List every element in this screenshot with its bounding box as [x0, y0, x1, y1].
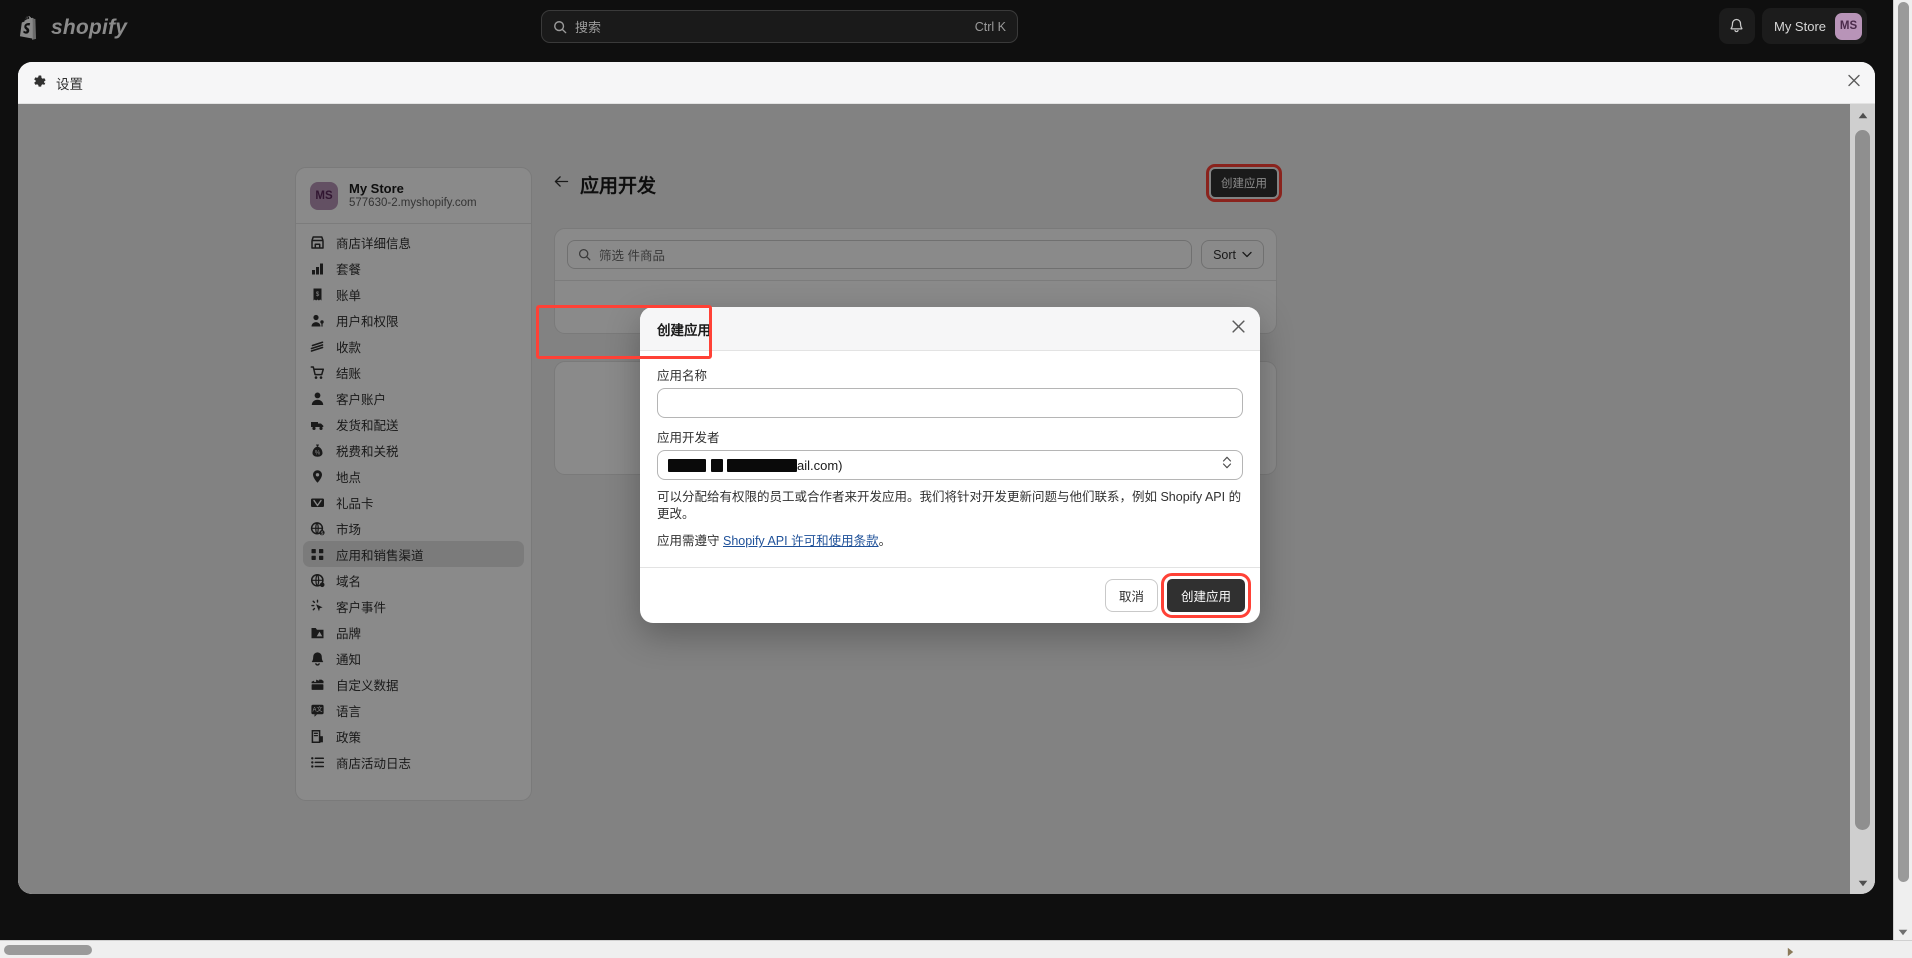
top-bar-right: My Store MS [1718, 8, 1867, 44]
scroll-down-button[interactable] [1850, 872, 1875, 894]
search-icon [554, 20, 567, 33]
app-developer-label: 应用开发者 [657, 431, 720, 445]
settings-scrollbar[interactable] [1850, 104, 1875, 894]
shopify-api-terms-link[interactable]: Shopify API 许可和使用条款 [723, 534, 879, 548]
developer-help-text: 可以分配给有权限的员工或合作者来开发应用。我们将针对开发更新问题与他们联系，例如… [657, 490, 1242, 521]
shopify-bag-icon [20, 16, 37, 40]
app-developer-select[interactable]: ail.com) [657, 450, 1243, 480]
settings-title: 设置 [56, 76, 83, 92]
global-search-input[interactable]: 搜索 Ctrl K [541, 10, 1018, 43]
select-chevrons-icon [1222, 455, 1232, 475]
app-name-label: 应用名称 [657, 369, 708, 383]
app-name-input[interactable] [657, 388, 1243, 418]
scroll-right-button[interactable] [1787, 944, 1794, 958]
close-icon[interactable] [1847, 73, 1861, 92]
browser-vertical-scrollbar[interactable] [1893, 0, 1912, 940]
app-developer-value-suffix: ail.com) [797, 457, 843, 473]
app-root: shopify 搜索 Ctrl K My Store MS 设置 MS My S… [0, 0, 1912, 958]
scroll-up-button[interactable] [1850, 104, 1875, 126]
notifications-button[interactable] [1718, 8, 1755, 44]
shopify-logo[interactable]: shopify [20, 16, 127, 40]
modal-footer: 取消 创建应用 [640, 567, 1260, 623]
create-app-modal: 创建应用 应用名称 应用开发者 ail.com) 可以分配给有权限的员工或合作者… [640, 307, 1260, 623]
redacted-block [711, 458, 723, 472]
scrollbar-thumb[interactable] [1855, 130, 1870, 830]
caret-down-icon [1858, 880, 1867, 886]
terms-suffix: 。 [878, 534, 892, 548]
caret-right-icon [1787, 947, 1794, 957]
store-name-label: My Store [1773, 18, 1826, 34]
top-bar: shopify 搜索 Ctrl K My Store MS [0, 0, 1893, 56]
caret-down-icon [1898, 929, 1908, 936]
gear-icon [34, 75, 46, 87]
cancel-button[interactable]: 取消 [1104, 579, 1158, 612]
terms-help-text: 应用需遵守 Shopify API 许可和使用条款。 [657, 533, 1243, 550]
search-placeholder: 搜索 [575, 20, 602, 35]
app-developer-value: ail.com) [668, 458, 843, 473]
settings-window-header: 设置 [18, 62, 1875, 104]
avatar: MS [1835, 12, 1862, 40]
search-shortcut-hint: Ctrl K [974, 19, 1006, 34]
close-icon[interactable] [1231, 319, 1246, 339]
redacted-block [668, 458, 706, 472]
terms-prefix: 应用需遵守 [657, 534, 723, 548]
modal-title: 创建应用 [657, 322, 711, 338]
browser-horizontal-scrollbar[interactable] [0, 940, 1912, 958]
scrollbar-thumb[interactable] [4, 945, 92, 955]
scrollbar-thumb[interactable] [1898, 2, 1909, 882]
shopify-wordmark: shopify [51, 16, 128, 39]
scroll-down-button[interactable] [1894, 929, 1912, 936]
modal-body: 应用名称 应用开发者 ail.com) 可以分配给有权限的员工或合作者来开发应用… [640, 351, 1260, 567]
modal-header: 创建应用 [640, 307, 1260, 351]
caret-up-icon [1858, 112, 1867, 118]
redacted-block [727, 458, 797, 472]
bell-icon [1730, 18, 1744, 33]
app-developer-select-wrap: ail.com) [657, 450, 1243, 480]
store-account-button[interactable]: My Store MS [1761, 8, 1867, 44]
create-app-submit-button[interactable]: 创建应用 [1160, 573, 1252, 618]
